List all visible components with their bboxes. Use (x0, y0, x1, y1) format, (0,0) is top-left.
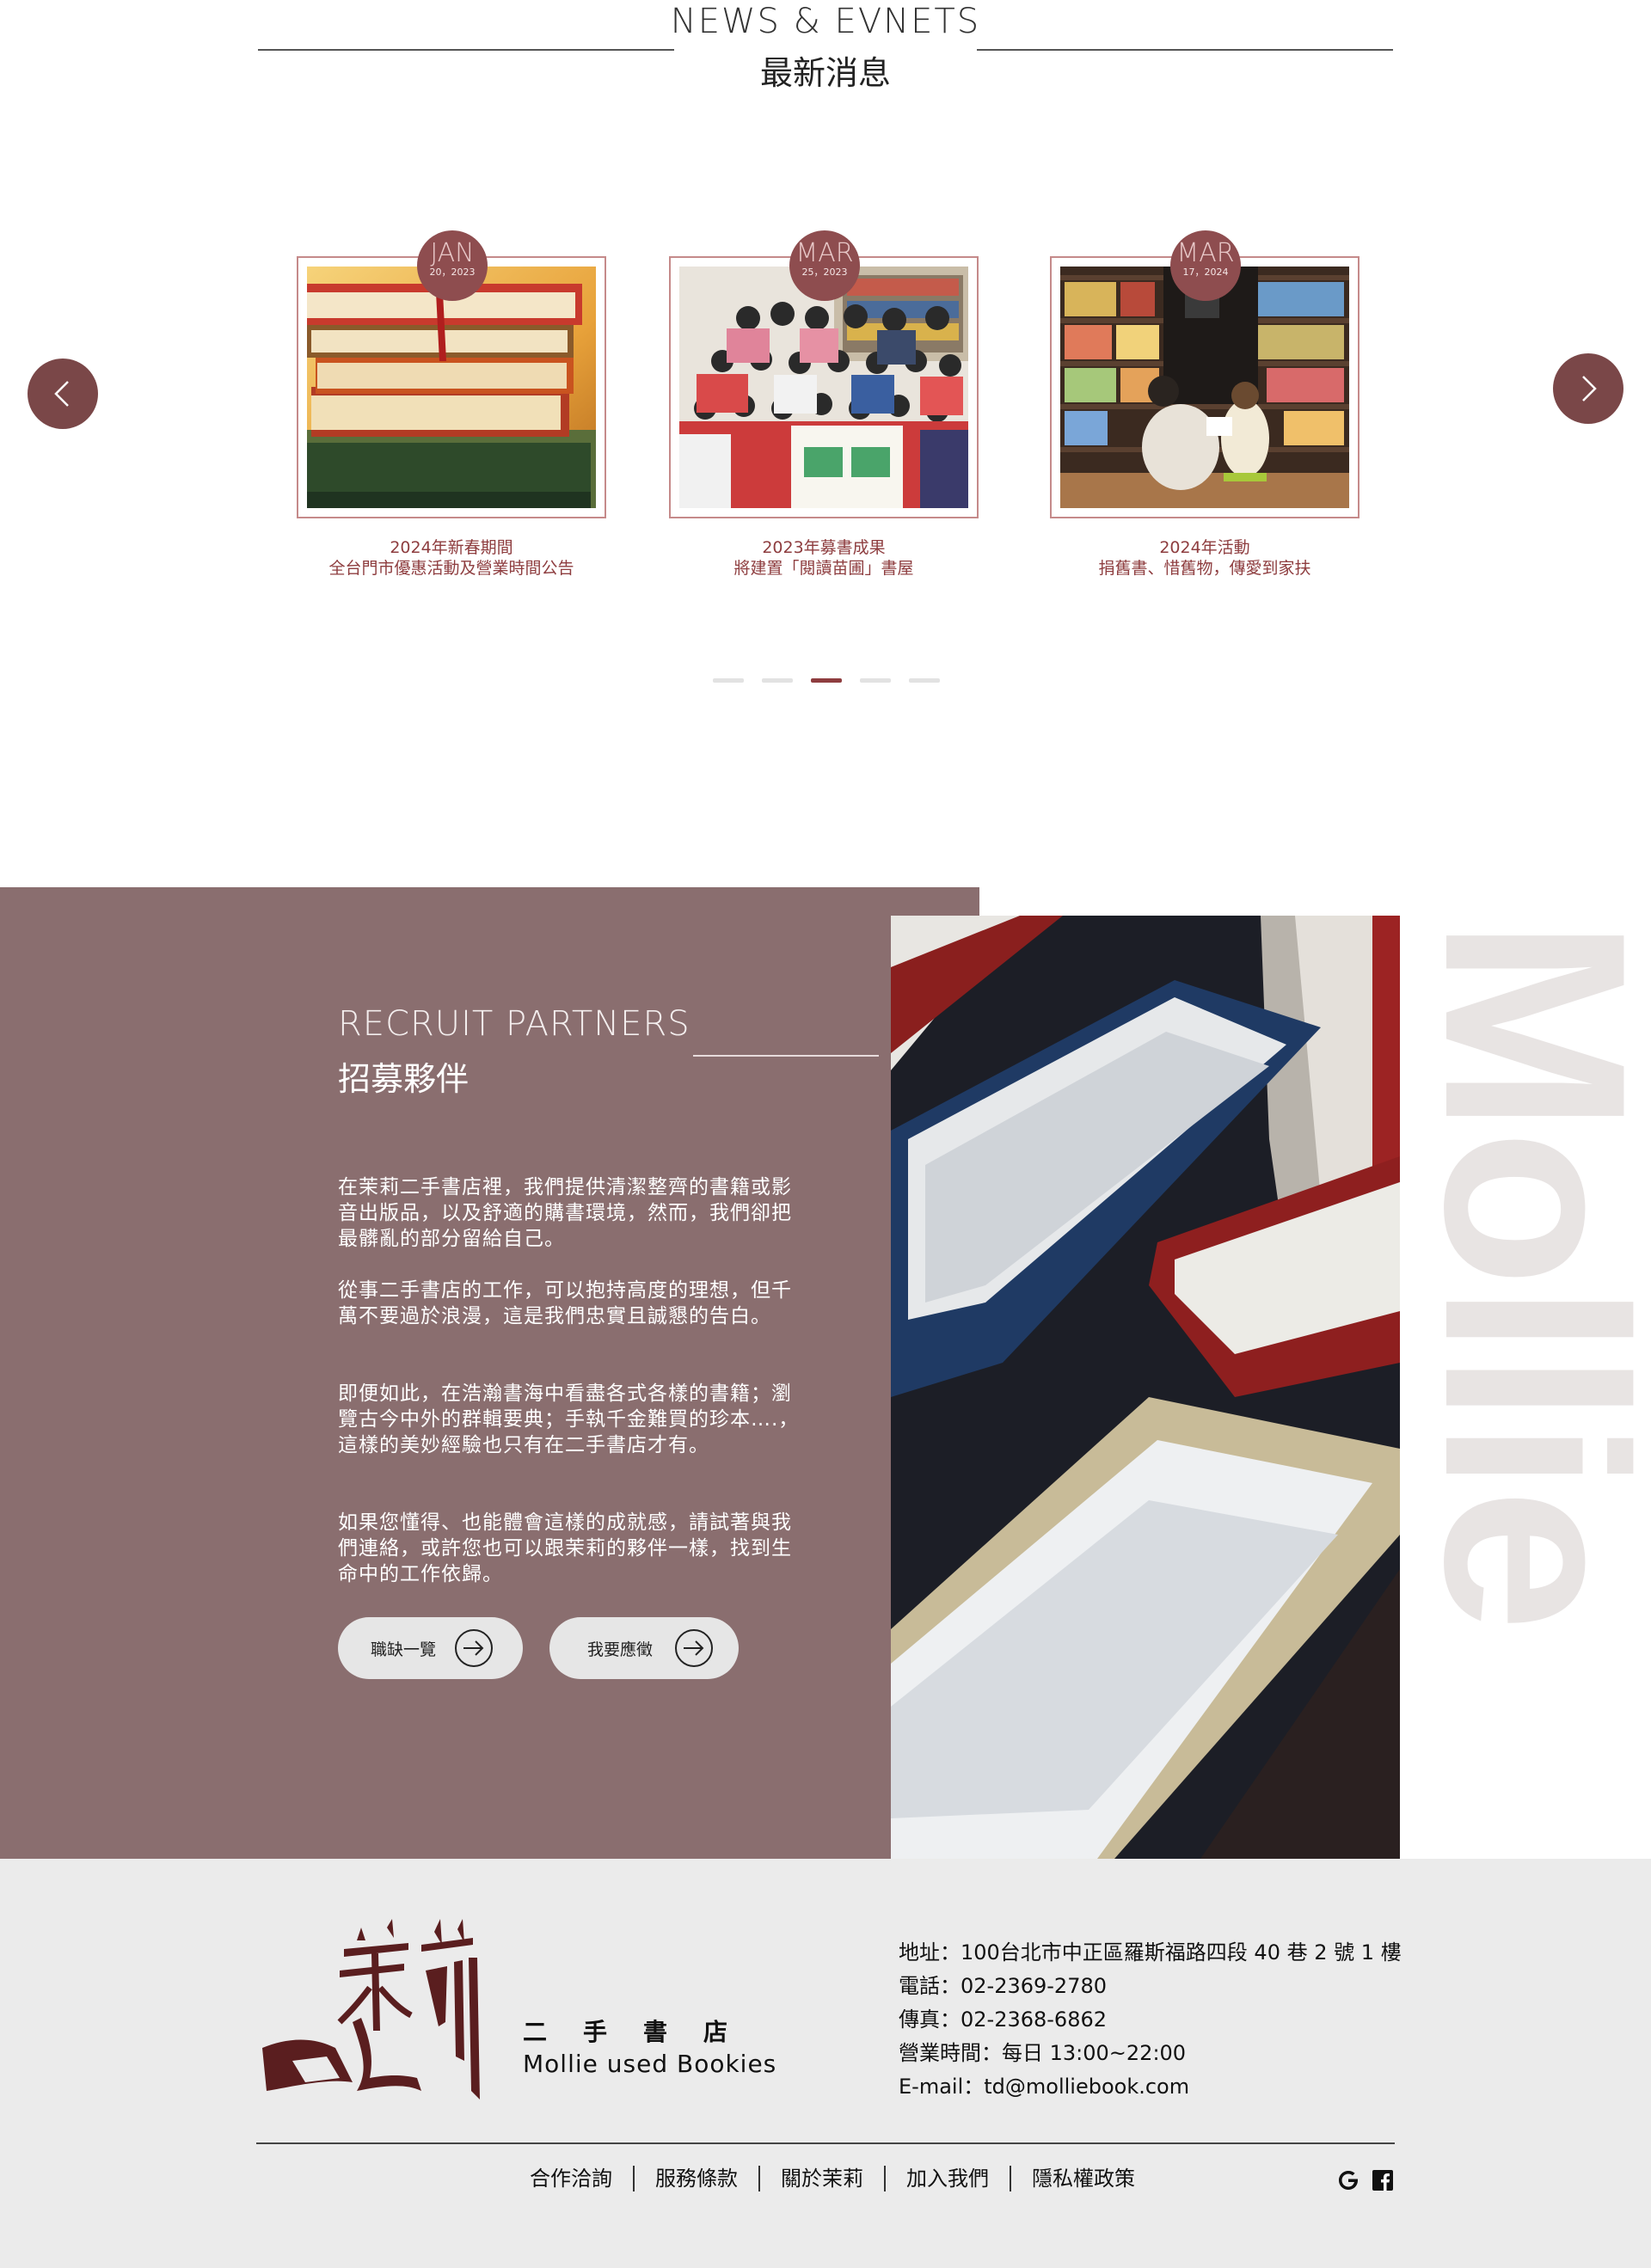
news-image-books-stack (307, 267, 596, 508)
news-heading-en: NEWS & EVNETS (670, 2, 981, 41)
news-title-line1[interactable]: 2024年新春期間 (297, 535, 606, 558)
carousel-dot[interactable] (811, 678, 842, 683)
footer-link-cooperation[interactable]: 合作洽詢 (509, 2165, 633, 2192)
recruit-heading-en: RECRUIT PARTNERS (338, 1004, 690, 1044)
divider (977, 49, 1393, 51)
carousel-dot[interactable] (909, 678, 940, 683)
footer (0, 1859, 1651, 2268)
date-month: MAR (1176, 238, 1235, 268)
recruit-books-photo (891, 916, 1400, 1859)
phone-text[interactable]: 電話：02-2369-2780 (899, 1970, 1402, 2003)
date-badge: MAR 25，2023 (789, 230, 860, 301)
brand-logo[interactable] (258, 1919, 482, 2099)
arrow-right-circle-icon (455, 1629, 493, 1667)
google-icon[interactable] (1336, 2168, 1360, 2192)
contact-info: 地址：100台北市中正區羅斯福路四段 40 巷 2 號 1 樓 電話：02-23… (899, 1936, 1402, 2104)
date-month: MAR (795, 238, 854, 268)
news-title-line2[interactable]: 捐舊書、惜舊物，傳愛到家扶 (1050, 555, 1359, 579)
carousel-pagination (713, 678, 940, 683)
footer-link-join[interactable]: 加入我們 (886, 2165, 1010, 2192)
recruit-paragraph: 從事二手書店的工作，可以抱持高度的理想，但千萬不要過於浪漫，這是我們忠實且誠懇的… (338, 1279, 792, 1327)
footer-nav: 合作洽詢 服務條款 關於茉莉 加入我們 隱私權政策 (509, 2165, 1156, 2192)
chevron-left-icon (54, 381, 69, 407)
recruit-paragraph: 如果您懂得、也能體會這樣的成就感，請試著與我們連絡，或許您也可以跟茉莉的夥伴一樣… (338, 1511, 792, 1585)
email-text[interactable]: E-mail：td@molliebook.com (899, 2070, 1402, 2104)
footer-link-terms[interactable]: 服務條款 (635, 2165, 758, 2192)
address-text: 地址：100台北市中正區羅斯福路四段 40 巷 2 號 1 樓 (899, 1940, 1402, 1965)
news-heading-zh: 最新消息 (759, 54, 891, 92)
divider (693, 1055, 879, 1057)
date-month: JAN (430, 238, 475, 268)
carousel-prev-button[interactable] (28, 359, 98, 429)
job-list-button[interactable]: 職缺一覽 (338, 1617, 523, 1679)
apply-label: 我要應徵 (587, 1640, 654, 1659)
recruit-paragraph: 即便如此，在浩瀚書海中看盡各式各樣的書籍；瀏覽古今中外的群輯要典；手執千金難買的… (338, 1382, 800, 1456)
brand-name-zh: 二手書店 (523, 2018, 764, 2046)
job-list-label: 職缺一覽 (371, 1640, 437, 1659)
arrow-right-circle-icon (675, 1629, 713, 1667)
carousel-dot[interactable] (860, 678, 891, 683)
chevron-right-icon (1582, 376, 1597, 401)
fax-text: 傳真：02-2368-6862 (899, 2007, 1108, 2032)
recruit-heading-zh: 招募夥伴 (338, 1060, 470, 1098)
carousel-next-button[interactable] (1553, 353, 1623, 424)
news-header: NEWS & EVNETS 最新消息 (0, 0, 1651, 103)
divider (256, 2142, 1395, 2144)
news-title-line1[interactable]: 2023年募書成果 (669, 535, 979, 558)
carousel-dot[interactable] (762, 678, 793, 683)
mollie-watermark: Mollie (1391, 918, 1651, 1629)
news-title-line1[interactable]: 2024年活動 (1050, 535, 1359, 558)
hours-text: 營業時間：每日 13:00~22:00 (899, 2041, 1187, 2065)
date-day: 25，2023 (801, 267, 848, 278)
carousel-dot[interactable] (713, 678, 744, 683)
recruit-paragraph: 在茉莉二手書店裡，我們提供清潔整齊的書籍或影音出版品，以及舒適的購書環境，然而，… (338, 1176, 792, 1250)
footer-link-privacy[interactable]: 隱私權政策 (1011, 2165, 1156, 2192)
date-day: 20，2023 (429, 267, 476, 278)
news-image-bookstore-reading (1060, 267, 1349, 508)
brand-name-en: Mollie used Bookies (523, 2050, 777, 2078)
date-badge: MAR 17，2024 (1170, 230, 1241, 301)
news-title-line2[interactable]: 全台門市優惠活動及營業時間公告 (297, 555, 606, 579)
footer-link-about[interactable]: 關於茉莉 (760, 2165, 884, 2192)
date-day: 17，2024 (1182, 267, 1229, 278)
apply-button[interactable]: 我要應徵 (549, 1617, 739, 1679)
date-badge: JAN 20，2023 (417, 230, 488, 301)
news-image-group-photo (679, 267, 968, 508)
divider (258, 49, 674, 51)
news-title-line2[interactable]: 將建置「閱讀苗圃」書屋 (669, 555, 979, 579)
facebook-icon[interactable] (1371, 2168, 1395, 2192)
